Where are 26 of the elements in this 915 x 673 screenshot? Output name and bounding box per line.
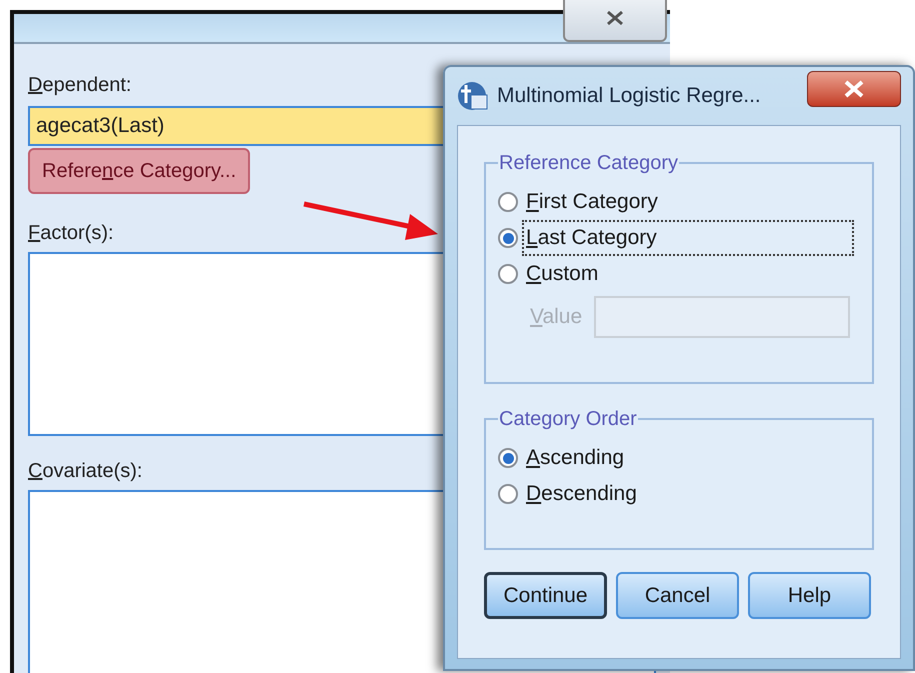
factors-label: Factor(s):: [28, 221, 114, 246]
group-title: Reference Category: [498, 151, 679, 176]
radio-button[interactable]: [498, 484, 518, 504]
close-button[interactable]: [807, 71, 901, 107]
close-icon: [605, 10, 625, 26]
close-button[interactable]: [563, 0, 667, 42]
radio-button[interactable]: [498, 228, 518, 248]
value-label: Value: [530, 304, 582, 330]
radio-button[interactable]: [498, 448, 518, 468]
close-icon: [843, 80, 865, 98]
covariates-label: Covariate(s):: [28, 459, 142, 484]
dialog-button[interactable]: Cancel: [616, 572, 739, 619]
radio-button[interactable]: [498, 192, 518, 212]
app-icon: [457, 81, 489, 111]
radio-label[interactable]: Descending: [522, 476, 641, 512]
reference-category-button[interactable]: Reference Category...: [28, 148, 250, 194]
dialog-button[interactable]: Help: [748, 572, 871, 619]
radio-label[interactable]: Last Category: [522, 220, 854, 256]
dialog-button[interactable]: Continue: [484, 572, 607, 619]
value-field[interactable]: [594, 296, 850, 338]
group-title: Category Order: [498, 407, 638, 432]
radio-label[interactable]: Custom: [522, 256, 602, 292]
radio-button[interactable]: [498, 264, 518, 284]
dependent-label: Dependent:: [28, 73, 132, 98]
radio-label[interactable]: Ascending: [522, 440, 628, 476]
radio-label[interactable]: First Category: [522, 184, 662, 220]
